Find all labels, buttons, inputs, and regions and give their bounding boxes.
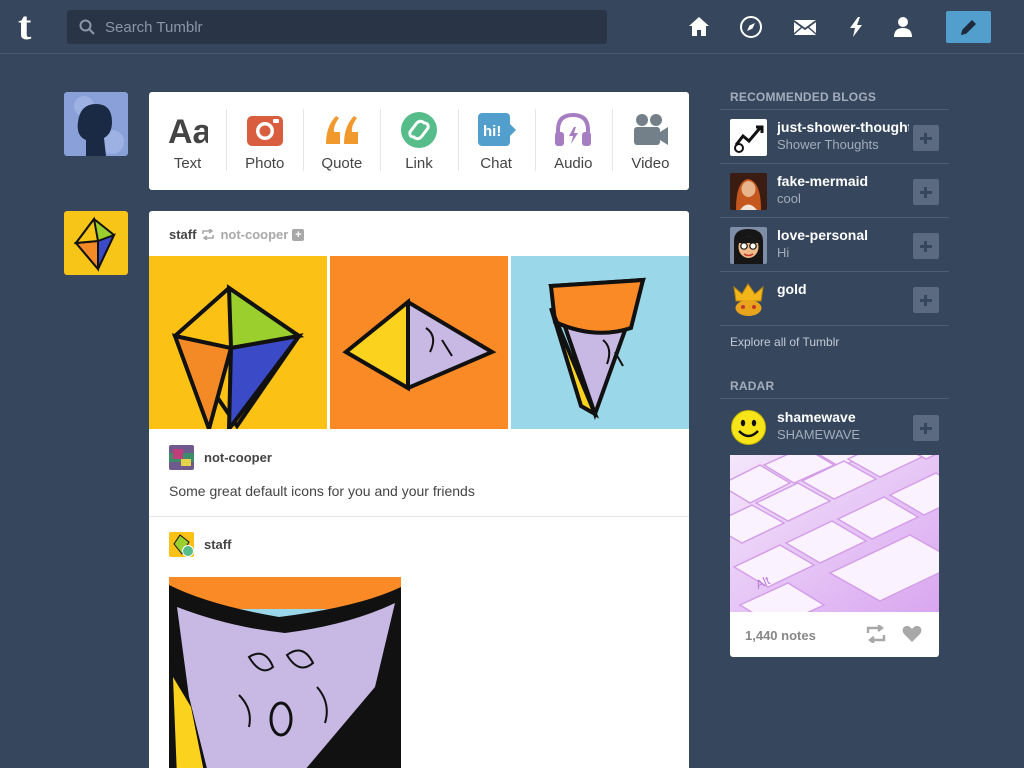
text-icon: Aa (168, 113, 208, 150)
home-icon[interactable] (687, 15, 711, 39)
explore-all-link[interactable]: Explore all of Tumblr (730, 335, 839, 349)
link-icon (400, 112, 437, 148)
reblog-trail-username[interactable]: not-cooper (204, 450, 272, 465)
blog-name: just-shower-thoughts (777, 119, 909, 135)
post-type-label: Photo (245, 155, 285, 172)
recommended-blog[interactable]: just-shower-thoughts Shower Thoughts (720, 110, 949, 164)
like-heart-icon[interactable] (902, 625, 922, 643)
post-type-label: Video (631, 155, 670, 172)
blog-avatar (730, 119, 767, 156)
headphones-icon (555, 112, 592, 146)
camera-icon (246, 116, 283, 146)
top-header: t (0, 0, 1024, 54)
blog-title: Shower Thoughts (777, 137, 879, 152)
post-author-link[interactable]: staff (169, 227, 196, 242)
svg-text:hi!: hi! (483, 123, 501, 140)
blog-avatar (730, 227, 767, 264)
follow-button[interactable] (913, 125, 939, 151)
tumblr-logo[interactable]: t (15, 6, 55, 46)
post-type-label: Audio (554, 155, 593, 172)
not-cooper-avatar[interactable] (169, 445, 194, 470)
recommended-blog[interactable]: love-personal Hi (720, 218, 949, 272)
recommended-blog[interactable]: gold (720, 272, 949, 326)
photoset (149, 256, 689, 429)
follow-button[interactable] (913, 287, 939, 313)
post-type-photo[interactable]: Photo (226, 92, 303, 190)
blog-title: SHAMEWAVE (777, 427, 861, 442)
reblog-trail-header: not-cooper (169, 445, 272, 470)
blog-name: gold (777, 281, 807, 297)
post-type-label: Text (173, 155, 202, 172)
post-image[interactable] (169, 577, 401, 768)
quote-icon (325, 116, 358, 144)
notes-count[interactable]: 1,440 notes (745, 628, 816, 643)
post-author-avatar[interactable] (64, 211, 128, 275)
follow-button[interactable] (913, 233, 939, 259)
follow-plus-icon[interactable]: + (292, 228, 305, 241)
account-person-icon[interactable] (891, 15, 915, 39)
recommended-blog[interactable]: fake-mermaid cool (720, 164, 949, 218)
post-type-label: Quote (321, 155, 363, 172)
search-input[interactable] (105, 10, 595, 44)
dashboard-post: staff not-cooper + not-cooper Some great… (149, 211, 689, 768)
svg-text:Aa: Aa (168, 113, 208, 150)
video-camera-icon (634, 114, 669, 145)
search-icon (79, 19, 95, 35)
svg-text:t: t (18, 6, 32, 46)
blog-name: shamewave (777, 409, 856, 425)
post-header: staff not-cooper + (169, 227, 305, 242)
search-bar[interactable] (67, 10, 607, 44)
post-type-text[interactable]: Aa Text (149, 92, 226, 190)
explore-compass-icon[interactable] (739, 15, 763, 39)
radar-blog-avatar (730, 409, 767, 446)
radar-post-footer: 1,440 notes (730, 612, 939, 657)
blog-title: Hi (777, 245, 790, 260)
follow-button[interactable] (913, 415, 939, 441)
user-avatar[interactable] (64, 92, 128, 156)
post-type-chat[interactable]: hi! Chat (457, 92, 535, 190)
post-composer: Aa Text Photo Quote Link hi! Chat Audio … (149, 92, 689, 190)
post-type-audio[interactable]: Audio (534, 92, 612, 190)
reblog-trail-header: staff (169, 532, 231, 557)
reblog-icon[interactable] (865, 625, 887, 643)
photoset-image-2[interactable] (330, 256, 508, 429)
post-type-label: Chat (480, 155, 512, 172)
photoset-image-3[interactable] (511, 256, 689, 429)
activity-lightning-icon[interactable] (844, 15, 868, 39)
reblog-icon (202, 229, 215, 240)
radar-title: RADAR (730, 379, 775, 393)
blog-name: love-personal (777, 227, 869, 243)
post-caption: Some great default icons for you and you… (169, 483, 475, 499)
radar-post-image[interactable]: Alt (730, 455, 939, 612)
post-type-label: Link (405, 155, 433, 172)
inbox-mail-icon[interactable] (793, 15, 817, 39)
reblog-source-link[interactable]: not-cooper (220, 227, 288, 242)
follow-button[interactable] (913, 179, 939, 205)
pencil-icon (961, 20, 976, 35)
post-type-video[interactable]: Video (611, 92, 689, 190)
post-type-link[interactable]: Link (380, 92, 457, 190)
radar-blog[interactable]: shamewave SHAMEWAVE (720, 400, 949, 454)
blog-avatar (730, 173, 767, 210)
staff-avatar[interactable] (169, 532, 194, 557)
blog-title: cool (777, 191, 801, 206)
compose-button[interactable] (946, 11, 991, 43)
chat-icon: hi! (478, 113, 517, 146)
photoset-image-1[interactable] (149, 256, 327, 429)
blog-avatar (730, 281, 767, 318)
reblog-divider (149, 516, 689, 517)
recommended-blogs-title: RECOMMENDED BLOGS (730, 90, 877, 104)
reblog-trail-username[interactable]: staff (204, 537, 231, 552)
blog-name: fake-mermaid (777, 173, 869, 189)
post-type-quote[interactable]: Quote (303, 92, 380, 190)
sidebar-rule (720, 398, 949, 399)
